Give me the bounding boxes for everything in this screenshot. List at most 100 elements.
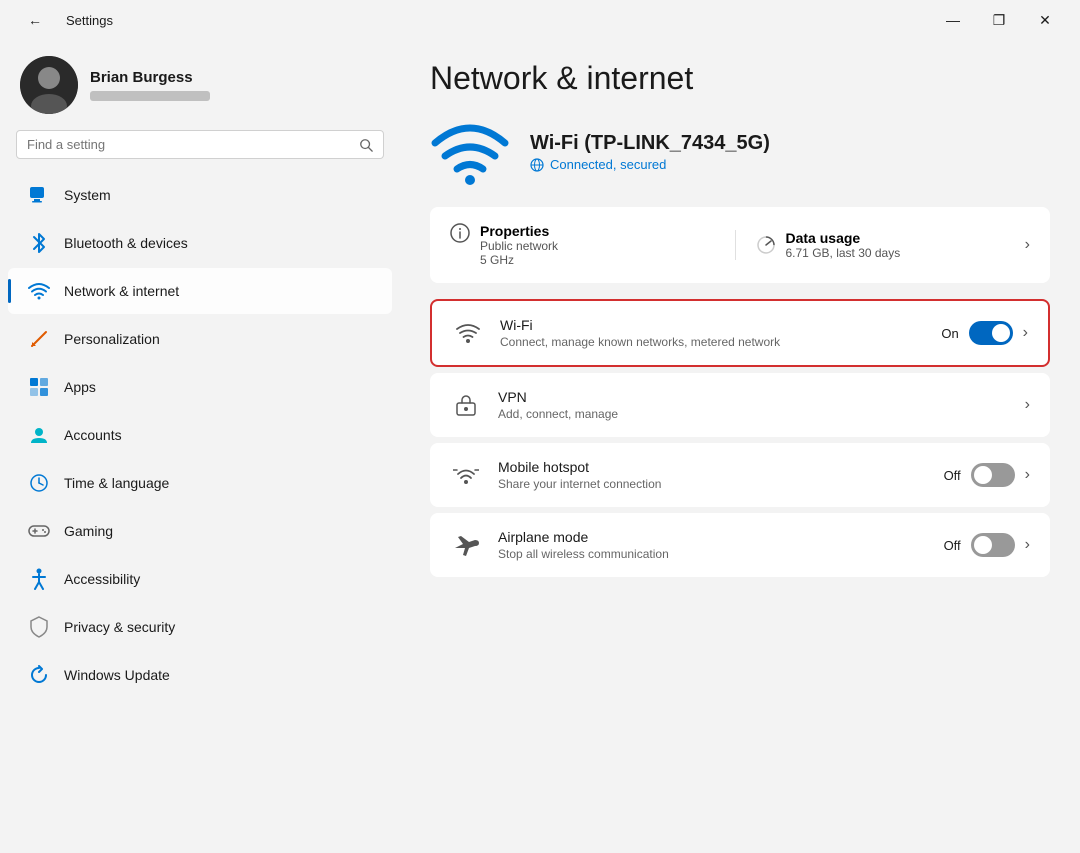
hotspot-toggle[interactable] — [971, 463, 1015, 487]
bluetooth-icon — [28, 232, 50, 254]
data-usage-title: Data usage — [786, 230, 901, 246]
time-icon — [28, 472, 50, 494]
airplane-toggle[interactable] — [971, 533, 1015, 557]
wifi-toggle-knob — [992, 324, 1010, 342]
hotspot-icon — [450, 459, 482, 491]
airplane-setting-row[interactable]: Airplane mode Stop all wireless communic… — [430, 513, 1050, 577]
info-bar: Properties Public network 5 GHz Data usa… — [430, 207, 1050, 283]
info-icon — [450, 223, 470, 243]
network-icon — [28, 280, 50, 302]
sidebar-item-apps-label: Apps — [64, 379, 96, 395]
sidebar-item-accessibility[interactable]: Accessibility — [8, 556, 392, 602]
sidebar-item-privacy[interactable]: Privacy & security — [8, 604, 392, 650]
search-icon — [359, 138, 373, 152]
titlebar-title: Settings — [66, 13, 113, 28]
airplane-subtitle: Stop all wireless communication — [498, 547, 928, 561]
content-area: Network & internet Wi-Fi (TP-LINK_7434_5… — [400, 40, 1080, 853]
wifi-chevron: › — [1023, 324, 1028, 342]
wifi-setting-right: On › — [941, 321, 1028, 345]
sidebar-item-network-label: Network & internet — [64, 283, 179, 299]
vpn-setting-row[interactable]: VPN Add, connect, manage › — [430, 373, 1050, 437]
user-info: Brian Burgess — [90, 69, 210, 101]
properties-section[interactable]: Properties Public network 5 GHz — [450, 223, 725, 267]
sidebar-item-time-label: Time & language — [64, 475, 169, 491]
sidebar-item-gaming[interactable]: Gaming — [8, 508, 392, 554]
vpn-chevron: › — [1025, 396, 1030, 414]
titlebar-left: ← Settings — [12, 4, 113, 36]
data-usage-amount: 6.71 GB, last 30 days — [786, 246, 901, 260]
hotspot-right: Off › — [944, 463, 1030, 487]
wifi-setting-text: Wi-Fi Connect, manage known networks, me… — [500, 317, 925, 349]
data-usage-text: Data usage 6.71 GB, last 30 days — [786, 230, 901, 260]
data-usage-icon — [756, 235, 776, 255]
wifi-toggle[interactable] — [969, 321, 1013, 345]
wifi-status-text: Connected, secured — [550, 157, 666, 172]
sidebar-item-update[interactable]: Windows Update — [8, 652, 392, 698]
search-box[interactable] — [16, 130, 384, 159]
data-usage-chevron: › — [1025, 236, 1030, 254]
airplane-chevron: › — [1025, 536, 1030, 554]
hotspot-toggle-knob — [974, 466, 992, 484]
sidebar-item-personalization[interactable]: Personalization — [8, 316, 392, 362]
sidebar-item-bluetooth[interactable]: Bluetooth & devices — [8, 220, 392, 266]
accessibility-icon — [28, 568, 50, 590]
accounts-icon — [28, 424, 50, 446]
data-usage-section[interactable]: Data usage 6.71 GB, last 30 days › — [735, 230, 1031, 260]
sidebar-item-personalization-label: Personalization — [64, 331, 160, 347]
minimize-button[interactable]: — — [930, 4, 976, 36]
avatar — [20, 56, 78, 114]
search-input[interactable] — [27, 137, 351, 152]
sidebar-item-time[interactable]: Time & language — [8, 460, 392, 506]
vpn-icon — [450, 389, 482, 421]
globe-icon — [530, 158, 544, 172]
gaming-icon — [28, 520, 50, 542]
airplane-setting-text: Airplane mode Stop all wireless communic… — [498, 529, 928, 561]
wifi-setting-card[interactable]: Wi-Fi Connect, manage known networks, me… — [430, 299, 1050, 367]
vpn-title: VPN — [498, 389, 1009, 405]
properties-text: Properties Public network 5 GHz — [480, 223, 558, 267]
settings-window: ← Settings — ❐ ✕ Bria — [0, 0, 1080, 853]
system-icon — [28, 184, 50, 206]
sidebar-item-apps[interactable]: Apps — [8, 364, 392, 410]
vpn-setting-text: VPN Add, connect, manage — [498, 389, 1009, 421]
vpn-setting-card[interactable]: VPN Add, connect, manage › — [430, 373, 1050, 437]
hotspot-setting-text: Mobile hotspot Share your internet conne… — [498, 459, 928, 491]
sidebar-item-update-label: Windows Update — [64, 667, 170, 683]
airplane-setting-card[interactable]: Airplane mode Stop all wireless communic… — [430, 513, 1050, 577]
airplane-title: Airplane mode — [498, 529, 928, 545]
back-button[interactable]: ← — [12, 4, 58, 36]
maximize-button[interactable]: ❐ — [976, 4, 1022, 36]
hotspot-setting-card[interactable]: Mobile hotspot Share your internet conne… — [430, 443, 1050, 507]
sidebar-item-network[interactable]: Network & internet — [8, 268, 392, 314]
wifi-toggle-label: On — [941, 326, 958, 341]
hotspot-setting-row[interactable]: Mobile hotspot Share your internet conne… — [430, 443, 1050, 507]
airplane-toggle-label: Off — [944, 538, 961, 553]
app-body: Brian Burgess — [0, 40, 1080, 853]
sidebar-item-bluetooth-label: Bluetooth & devices — [64, 235, 188, 251]
page-title: Network & internet — [430, 60, 1050, 97]
privacy-icon — [28, 616, 50, 638]
sidebar-item-system-label: System — [64, 187, 111, 203]
sidebar-item-system[interactable]: System — [8, 172, 392, 218]
close-button[interactable]: ✕ — [1022, 4, 1068, 36]
wifi-large-icon — [430, 117, 510, 187]
user-email-blur — [90, 91, 210, 101]
sidebar-item-accounts[interactable]: Accounts — [8, 412, 392, 458]
wifi-setting-subtitle: Connect, manage known networks, metered … — [500, 335, 925, 349]
sidebar: Brian Burgess — [0, 40, 400, 853]
hotspot-toggle-label: Off — [944, 468, 961, 483]
wifi-name: Wi-Fi (TP-LINK_7434_5G) — [530, 132, 770, 155]
wifi-hero: Wi-Fi (TP-LINK_7434_5G) Connected, secur… — [430, 117, 1050, 187]
user-profile: Brian Burgess — [0, 40, 400, 126]
properties-frequency: 5 GHz — [480, 253, 558, 267]
wifi-setting-icon — [452, 317, 484, 349]
properties-title: Properties — [480, 223, 558, 239]
hotspot-subtitle: Share your internet connection — [498, 477, 928, 491]
avatar-image — [20, 56, 78, 114]
airplane-toggle-knob — [974, 536, 992, 554]
titlebar: ← Settings — ❐ ✕ — [0, 0, 1080, 40]
sidebar-item-accounts-label: Accounts — [64, 427, 122, 443]
wifi-setting-title: Wi-Fi — [500, 317, 925, 333]
hotspot-title: Mobile hotspot — [498, 459, 928, 475]
vpn-subtitle: Add, connect, manage — [498, 407, 1009, 421]
